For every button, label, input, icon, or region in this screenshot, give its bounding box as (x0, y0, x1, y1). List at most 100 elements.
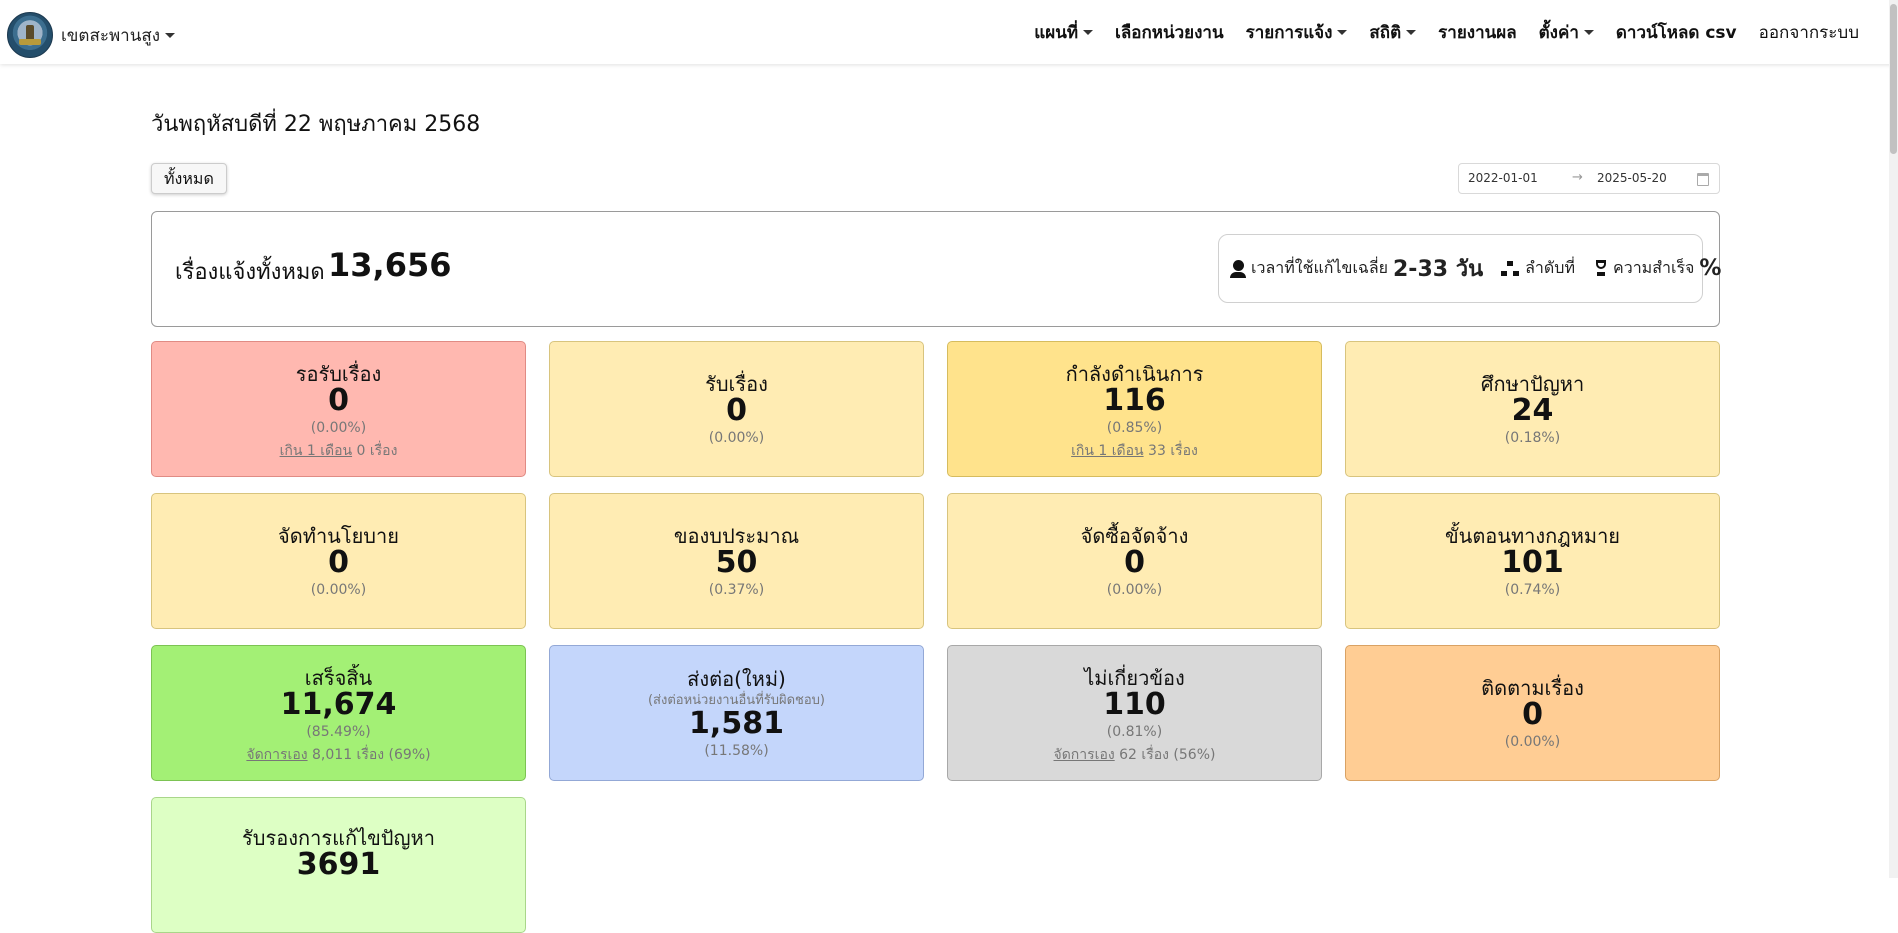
status-card[interactable]: ติดตามเรื่อง 0 (0.00%) (1345, 645, 1720, 781)
card-title: รับเรื่อง (705, 372, 768, 396)
menu-item-7[interactable]: ออกจากระบบ (1759, 19, 1859, 46)
district-logo (7, 12, 53, 58)
card-value: 11,674 (280, 687, 397, 722)
success-value: % (1699, 256, 1722, 281)
card-subtitle: (ส่งต่อหน่วยงานอื่นที่รับผิดชอบ) (647, 693, 826, 708)
brand-dropdown[interactable]: เขตสะพานสูง (7, 12, 176, 58)
main-menu: แผนที่ เลือกหน่วยงาน รายการแจ้ง สถิติ รายงาน… (1034, 0, 1859, 64)
status-card[interactable]: จัดซื้อจัดจ้าง 0 (0.00%) (947, 493, 1322, 629)
card-title: ขั้นตอนทางกฎหมาย (1444, 524, 1621, 548)
card-note-link[interactable]: เกิน 1 เดือน (1071, 443, 1144, 459)
card-percent: (85.49%) (306, 724, 371, 740)
status-card[interactable]: ของบประมาณ 50 (0.37%) (549, 493, 924, 629)
card-title: จัดทำนโยบาย (278, 524, 399, 548)
card-title: ของบประมาณ (673, 524, 800, 548)
menu-item-1[interactable]: เลือกหน่วยงาน (1115, 19, 1224, 46)
card-note: เกิน 1 เดือน 0 เรื่อง (152, 440, 525, 462)
card-note-link[interactable]: เกิน 1 เดือน (280, 443, 353, 459)
card-note-text: 62 เรื่อง (56%) (1114, 747, 1216, 763)
card-note: จัดการเอง 62 เรื่อง (56%) (948, 744, 1321, 766)
menu-item-label: สถิติ (1369, 22, 1402, 43)
card-value: 0 (1522, 697, 1543, 732)
menu-item-label: แผนที่ (1034, 22, 1079, 43)
top-navbar: เขตสะพานสูง แผนที่ เลือกหน่วยงาน รายการแจ้… (0, 0, 1898, 64)
menu-item-label: รายการแจ้ง (1245, 22, 1333, 43)
card-title: รอรับเรื่อง (295, 362, 382, 386)
status-card[interactable]: ศึกษาปัญหา 24 (0.18%) (1345, 341, 1720, 477)
card-title: จัดซื้อจัดจ้าง (1080, 524, 1189, 548)
status-card[interactable]: จัดทำนโยบาย 0 (0.00%) (151, 493, 526, 629)
card-title: ศึกษาปัญหา (1480, 372, 1585, 396)
status-card[interactable]: รอรับเรื่อง 0 (0.00%) เกิน 1 เดือน 0 เรื่อง (151, 341, 526, 477)
card-percent: (0.00%) (310, 582, 367, 598)
card-value: 3691 (296, 847, 381, 882)
status-card[interactable]: ส่งต่อ(ใหม่) (ส่งต่อหน่วยงานอื่นที่รับผิด… (549, 645, 924, 781)
card-title: เสร็จสิ้น (304, 666, 373, 690)
card-value: 50 (715, 545, 758, 580)
card-percent: (0.00%) (708, 430, 765, 446)
chevron-down-icon (1406, 30, 1417, 35)
status-card[interactable]: กำลังดำเนินการ 116 (0.85%) เกิน 1 เดือน 33 … (947, 341, 1322, 477)
success-stat: ความสำเร็จ % (1593, 256, 1721, 281)
chevron-down-icon (1083, 30, 1094, 35)
card-percent: (0.18%) (1504, 430, 1561, 446)
card-note-text: 0 เรื่อง (352, 443, 398, 459)
date-range-picker[interactable]: 2022-01-01 → 2025-05-20 (1458, 163, 1720, 194)
menu-item-0[interactable]: แผนที่ (1034, 19, 1094, 46)
card-note-link[interactable]: จัดการเอง (246, 747, 307, 763)
status-card[interactable]: รับรองการแก้ไขปัญหา 3691 (151, 797, 526, 933)
avg-time-label: เวลาที่ใช้แก้ไขเฉลี่ย (1251, 258, 1388, 277)
status-card[interactable]: รับเรื่อง 0 (0.00%) (549, 341, 924, 477)
success-label: ความสำเร็จ (1613, 258, 1695, 277)
menu-item-label: ตั้งค่า (1538, 22, 1579, 43)
end-date-input[interactable]: 2025-05-20 (1597, 171, 1667, 185)
start-date-input[interactable]: 2022-01-01 (1468, 171, 1538, 185)
calendar-icon (1697, 173, 1709, 186)
rank-label: ลำดับที่ (1525, 258, 1575, 277)
card-percent: (0.37%) (708, 582, 765, 598)
all-filter-button[interactable]: ทั้งหมด (151, 163, 227, 194)
menu-item-4[interactable]: รายงานผล (1438, 19, 1516, 46)
card-note-link[interactable]: จัดการเอง (1054, 747, 1115, 763)
rank-stat: ลำดับที่ (1501, 256, 1575, 281)
card-title: ติดตามเรื่อง (1481, 676, 1584, 700)
card-percent: (0.00%) (1504, 734, 1561, 750)
status-card[interactable]: ขั้นตอนทางกฎหมาย 101 (0.74%) (1345, 493, 1720, 629)
card-value: 101 (1501, 545, 1564, 580)
card-value: 116 (1103, 383, 1166, 418)
user-icon (1229, 259, 1247, 279)
card-title: รับรองการแก้ไขปัญหา (242, 826, 435, 850)
menu-item-label: ออกจากระบบ (1758, 22, 1859, 43)
status-card[interactable]: เสร็จสิ้น 11,674 (85.49%) จัดการเอง 8,011 เ… (151, 645, 526, 781)
menu-item-3[interactable]: สถิติ (1369, 19, 1417, 46)
menu-item-2[interactable]: รายการแจ้ง (1246, 19, 1348, 46)
card-percent: (0.00%) (1106, 582, 1163, 598)
card-value: 0 (328, 383, 349, 418)
summary-panel: เรื่องแจ้งทั้งหมด 13,656 เวลาที่ใช้แก้ไข… (151, 211, 1721, 327)
card-percent: (0.81%) (1106, 724, 1163, 740)
arrow-right-icon: → (1572, 170, 1583, 185)
scrollbar-thumb[interactable] (1890, 4, 1897, 154)
card-value: 0 (1124, 545, 1145, 580)
card-value: 24 (1511, 393, 1554, 428)
avg-time-value: 2-33 วัน (1393, 257, 1484, 282)
page-scrollbar[interactable] (1889, 0, 1898, 878)
chevron-down-icon (1583, 30, 1594, 35)
trophy-icon (1593, 259, 1609, 278)
card-note-text: 8,011 เรื่อง (69%) (307, 747, 431, 763)
card-title: ส่งต่อ(ใหม่) (687, 667, 786, 691)
page-date-title: วันพฤหัสบดีที่ 22 พฤษภาคม 2568 (151, 112, 481, 137)
chevron-down-icon (165, 32, 176, 38)
card-percent: (0.85%) (1106, 420, 1163, 436)
card-value: 0 (726, 393, 747, 428)
chevron-down-icon (1337, 30, 1348, 35)
menu-item-6[interactable]: ดาวน์โหลด csv (1616, 19, 1737, 46)
menu-item-5[interactable]: ตั้งค่า (1539, 19, 1594, 46)
avg-time-stat: เวลาที่ใช้แก้ไขเฉลี่ย 2-33 วัน (1229, 251, 1483, 286)
status-card[interactable]: ไม่เกี่ยวข้อง 110 (0.81%) จัดการเอง 62 เรื่… (947, 645, 1322, 781)
card-percent: (0.74%) (1504, 582, 1561, 598)
card-note: จัดการเอง 8,011 เรื่อง (69%) (152, 744, 525, 766)
menu-item-label: รายงานผล (1438, 22, 1517, 43)
brand-name: เขตสะพานสูง (61, 25, 161, 46)
menu-item-label: เลือกหน่วยงาน (1115, 22, 1224, 43)
